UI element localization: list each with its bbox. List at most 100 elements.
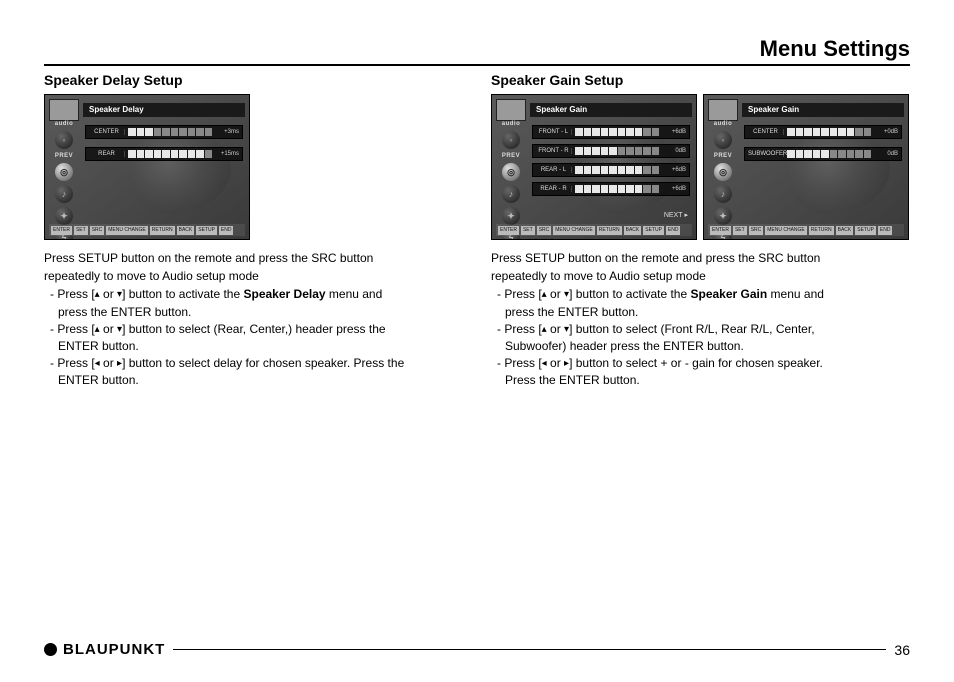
osd-row: CENTER +0dB <box>744 125 902 139</box>
osd-row-center: CENTER +3ms <box>85 125 243 139</box>
prev-icon: ◦ <box>502 131 520 149</box>
row-label: SUBWOOFER <box>748 151 784 157</box>
foot-setup: SETUP <box>855 226 876 235</box>
bullet-1b: press the ENTER button. <box>491 304 910 320</box>
foot-return: RETURN <box>809 226 834 235</box>
osd-row: REAR - R+6dB <box>532 182 690 196</box>
brand-logo: BLAUPUNKT <box>44 641 165 658</box>
brand-text: BLAUPUNKT <box>63 641 165 658</box>
sidebar-prev-label: PREV <box>714 153 732 159</box>
content-columns: Speaker Delay Setup Speaker Delay audio … <box>44 72 910 390</box>
speaker-delay-screenshot: Speaker Delay audio ◦ PREV ◎ ♪ ✦ ϟ CENTE… <box>44 94 250 240</box>
row-label: CENTER <box>748 129 784 135</box>
prev-icon: ◦ <box>714 131 732 149</box>
foot-menu: MENU CHANGE <box>553 226 595 235</box>
side-button-2: ♪ <box>55 185 73 203</box>
row-value: 0dB <box>662 148 686 154</box>
row-value: +6dB <box>662 129 686 135</box>
bullet-2b: ENTER button. <box>44 338 463 354</box>
row-label: CENTER <box>89 129 125 135</box>
right-body-text: Press SETUP button on the remote and pre… <box>491 250 910 389</box>
intro-line2: repeatedly to move to Audio setup mode <box>491 268 910 284</box>
row-value: +6dB <box>662 186 686 192</box>
osd-footer: ENTERSETSRCMENU CHANGERETURNBACKSETUPEND <box>496 224 692 236</box>
brand-dot-icon <box>44 643 57 656</box>
osd-title: Speaker Delay <box>83 103 245 117</box>
disc-icon <box>708 99 738 121</box>
speaker-delay-heading: Speaker Delay Setup <box>44 72 463 88</box>
bullet-1b: press the ENTER button. <box>44 304 463 320</box>
speaker-gain-heading: Speaker Gain Setup <box>491 72 910 88</box>
sidebar-prev-label: PREV <box>55 153 73 159</box>
page-title: Menu Settings <box>44 36 910 66</box>
foot-src: SRC <box>537 226 552 235</box>
osd-footer: ENTERSETSRCMENU CHANGERETURNBACKSETUPEND <box>708 224 904 236</box>
bullet-3: - Press [◂ or ▸] button to select + or -… <box>491 355 910 371</box>
osd-sidebar: audio ◦ PREV ◎ ♪ ✦ ϟ <box>49 121 79 240</box>
speaker-gain-screenshot-1: Speaker Gain audio ◦ PREV ◎ ♪ ✦ ϟ FRONT … <box>491 94 697 240</box>
foot-set: SET <box>733 226 747 235</box>
side-button-2: ♪ <box>502 185 520 203</box>
foot-menu: MENU CHANGE <box>106 226 148 235</box>
row-label: FRONT - R <box>536 148 572 154</box>
side-button-1: ◎ <box>502 163 520 181</box>
sidebar-audio-label: audio <box>502 121 521 127</box>
page-footer: BLAUPUNKT 36 <box>44 641 910 658</box>
bullet-2: - Press [▴ or ▾] button to select (Rear,… <box>44 321 463 337</box>
foot-menu: MENU CHANGE <box>765 226 807 235</box>
bullet-3b: Press the ENTER button. <box>491 372 910 388</box>
osd-title: Speaker Gain <box>530 103 692 117</box>
row-value: +0dB <box>874 129 898 135</box>
foot-back: BACK <box>624 226 642 235</box>
osd-row-rear: REAR +15ms <box>85 147 243 161</box>
page-number: 36 <box>894 642 910 658</box>
prev-icon: ◦ <box>55 131 73 149</box>
side-button-1: ◎ <box>55 163 73 181</box>
bullet-1: - Press [▴ or ▾] button to activate the … <box>44 286 463 302</box>
side-button-3: ✦ <box>55 207 73 225</box>
right-column: Speaker Gain Setup Speaker Gain audio ◦ … <box>491 72 910 390</box>
row-label: FRONT - L <box>536 129 572 135</box>
intro-line1: Press SETUP button on the remote and pre… <box>491 250 910 266</box>
left-body-text: Press SETUP button on the remote and pre… <box>44 250 463 389</box>
row-label: REAR - L <box>536 167 572 173</box>
foot-return: RETURN <box>597 226 622 235</box>
bullet-3: - Press [◂ or ▸] button to select delay … <box>44 355 463 371</box>
disc-icon <box>496 99 526 121</box>
foot-back: BACK <box>836 226 854 235</box>
foot-src: SRC <box>749 226 764 235</box>
row-value: +6dB <box>662 167 686 173</box>
foot-end: END <box>219 226 234 235</box>
intro-line2: repeatedly to move to Audio setup mode <box>44 268 463 284</box>
foot-back: BACK <box>177 226 195 235</box>
foot-enter: ENTER <box>710 226 731 235</box>
row-label: REAR <box>89 151 125 157</box>
bullet-2b: Subwoofer) header press the ENTER button… <box>491 338 910 354</box>
row-value: +15ms <box>215 151 239 157</box>
disc-icon <box>49 99 79 121</box>
side-button-2: ♪ <box>714 185 732 203</box>
bullet-3b: ENTER button. <box>44 372 463 388</box>
foot-set: SET <box>74 226 88 235</box>
side-button-3: ✦ <box>502 207 520 225</box>
osd-sidebar: audio ◦ PREV ◎ ♪ ✦ ϟ <box>708 121 738 240</box>
sidebar-audio-label: audio <box>55 121 74 127</box>
osd-row: FRONT - R 0dB <box>532 144 690 158</box>
foot-end: END <box>878 226 893 235</box>
foot-setup: SETUP <box>643 226 664 235</box>
foot-return: RETURN <box>150 226 175 235</box>
sidebar-audio-label: audio <box>714 121 733 127</box>
foot-setup: SETUP <box>196 226 217 235</box>
foot-set: SET <box>521 226 535 235</box>
speaker-gain-screenshot-2: Speaker Gain audio ◦ PREV ◎ ♪ ✦ ϟ CENTER… <box>703 94 909 240</box>
osd-row: FRONT - L +6dB <box>532 125 690 139</box>
osd-sidebar: audio ◦ PREV ◎ ♪ ✦ ϟ <box>496 121 526 240</box>
sidebar-prev-label: PREV <box>502 153 520 159</box>
row-value: 0dB <box>874 151 898 157</box>
osd-title: Speaker Gain <box>742 103 904 117</box>
footer-divider <box>173 649 886 650</box>
row-value: +3ms <box>215 129 239 135</box>
foot-src: SRC <box>90 226 105 235</box>
osd-footer: ENTER SET SRC MENU CHANGE RETURN BACK SE… <box>49 224 245 236</box>
bullet-2: - Press [▴ or ▾] button to select (Front… <box>491 321 910 337</box>
